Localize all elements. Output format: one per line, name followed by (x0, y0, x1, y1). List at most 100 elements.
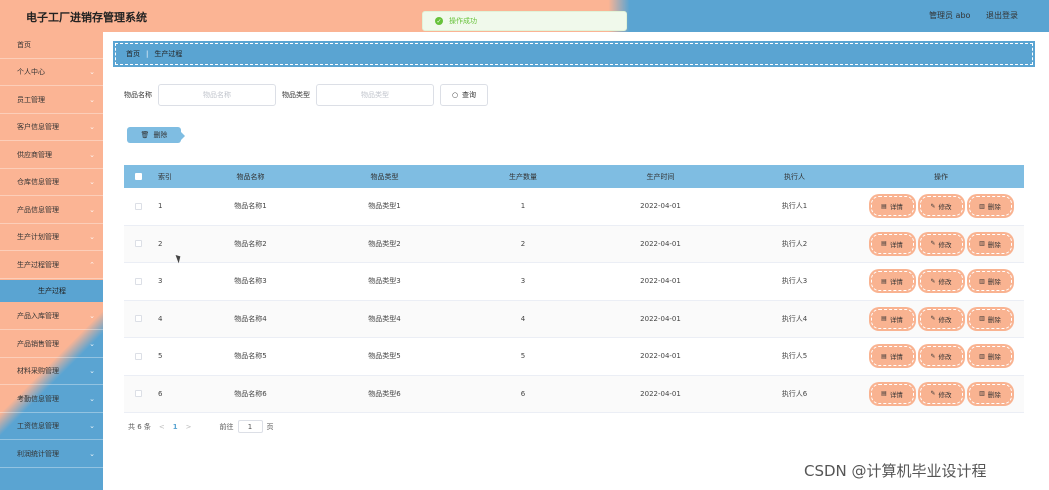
app-title: 电子工厂进销存管理系统 (26, 11, 147, 24)
cell-type: 物品类型1 (368, 202, 401, 211)
delete-button[interactable]: ▥ 删除 (968, 308, 1012, 329)
delete-button[interactable]: ▥ 删除 (968, 233, 1012, 254)
goto-page-input[interactable]: 1 (237, 420, 263, 433)
edit-button[interactable]: ✎ 修改 (919, 271, 963, 292)
sidebar-subitem-production[interactable]: 生产过程 (0, 280, 103, 302)
sidebar-item-production-process[interactable]: 生产过程管理 ⌃ (0, 252, 103, 279)
sidebar-item-profit[interactable]: 利润统计管理 ⌄ (0, 441, 103, 468)
cell-name: 物品名称6 (234, 389, 267, 398)
delete-button[interactable]: ▥ 删除 (968, 196, 1012, 217)
page-unit: 页 (266, 422, 274, 431)
type-input[interactable]: 物品类型 (316, 84, 434, 106)
col-header: 生产时间 (646, 172, 675, 181)
breadcrumb-home[interactable]: 首页 (126, 49, 140, 59)
sidebar-item-home[interactable]: 首页 (0, 32, 103, 59)
sidebar-item-sales[interactable]: 产品销售管理 ⌄ (0, 331, 103, 358)
cell-time: 2022-04-01 (640, 277, 681, 286)
pencil-icon: ✎ (930, 390, 936, 398)
detail-label: 详情 (889, 240, 903, 249)
select-all-checkbox[interactable] (134, 173, 142, 180)
pencil-icon: ✎ (930, 240, 936, 248)
edit-button[interactable]: ✎ 修改 (919, 233, 963, 254)
row-checkbox[interactable] (134, 352, 142, 360)
sidebar-item-label: 产品信息管理 (17, 206, 59, 214)
detail-label: 详情 (889, 353, 903, 362)
cell-index: 5 (158, 352, 163, 361)
sidebar-item-products[interactable]: 产品信息管理 ⌄ (0, 197, 103, 224)
sidebar-item-suppliers[interactable]: 供应商管理 ⌄ (0, 142, 103, 169)
delete-button[interactable]: ▥ 删除 (968, 346, 1012, 367)
row-checkbox[interactable] (134, 240, 142, 248)
detail-button[interactable]: ▤ 详情 (870, 346, 914, 367)
detail-button[interactable]: ▤ 详情 (870, 383, 914, 404)
chevron-down-icon: ⌄ (89, 151, 95, 159)
cell-type: 物品类型4 (368, 314, 401, 323)
edit-button[interactable]: ✎ 修改 (919, 346, 963, 367)
chevron-down-icon: ⌄ (89, 123, 95, 131)
table-row: 4 物品名称4 物品类型4 4 2022-04-01 执行人4 ▤ 详情 ✎ 修改 ▥ 删除 (124, 300, 1024, 338)
cell-executor: 执行人1 (781, 202, 808, 211)
sidebar-item-label: 生产过程管理 (17, 261, 59, 269)
sidebar-item-stock-in[interactable]: 产品入库管理 ⌄ (0, 303, 103, 330)
col-header: 物品类型 (370, 172, 399, 181)
chevron-down-icon: ⌄ (89, 68, 95, 76)
prev-page-icon[interactable]: < (159, 423, 165, 431)
logout-link[interactable]: 退出登录 (986, 10, 1018, 21)
row-checkbox[interactable] (134, 277, 142, 285)
table-row: 2 物品名称2 物品类型2 2 2022-04-01 执行人2 ▤ 详情 ✎ 修改 ▥ 删除 (124, 225, 1024, 263)
cell-quantity: 2 (520, 239, 526, 248)
sidebar-item-attendance[interactable]: 考勤信息管理 ⌄ (0, 386, 103, 413)
sidebar-item-purchase[interactable]: 材料采购管理 ⌄ (0, 358, 103, 385)
sidebar-item-production-plan[interactable]: 生产计划管理 ⌄ (0, 224, 103, 251)
sidebar-item-label: 供应商管理 (17, 151, 52, 159)
row-checkbox[interactable] (134, 315, 142, 323)
edit-button[interactable]: ✎ 修改 (919, 196, 963, 217)
edit-button[interactable]: ✎ 修改 (919, 383, 963, 404)
col-header: 执行人 (784, 172, 805, 181)
current-page[interactable]: 1 (173, 423, 178, 431)
cell-executor: 执行人6 (781, 389, 808, 398)
check-circle-icon: ✓ (435, 17, 443, 25)
detail-button[interactable]: ▤ 详情 (870, 271, 914, 292)
detail-button[interactable]: ▤ 详情 (870, 196, 914, 217)
detail-button[interactable]: ▤ 详情 (870, 233, 914, 254)
table-body: 1 物品名称1 物品类型1 1 2022-04-01 执行人1 ▤ 详情 ✎ 修改 ▥ 删除 2 物品名称… (124, 188, 1024, 413)
sidebar-item-staff[interactable]: 员工管理 ⌄ (0, 87, 103, 114)
pencil-icon: ✎ (930, 277, 936, 285)
document-icon: ▤ (881, 390, 887, 398)
delete-button[interactable]: ▥ 删除 (968, 271, 1012, 292)
delete-button[interactable]: ▥ 删除 (968, 383, 1012, 404)
chevron-down-icon: ⌄ (89, 233, 95, 241)
sidebar-item-customers[interactable]: 客户信息管理 ⌄ (0, 114, 103, 141)
detail-button[interactable]: ▤ 详情 (870, 308, 914, 329)
sidebar-item-profile[interactable]: 个人中心 ⌄ (0, 59, 103, 86)
edit-button[interactable]: ✎ 修改 (919, 308, 963, 329)
sidebar-item-label: 材料采购管理 (17, 367, 59, 375)
delete-label: 删除 (987, 315, 1001, 324)
col-header: 物品名称 (236, 172, 265, 181)
row-checkbox[interactable] (134, 202, 142, 210)
breadcrumb: 首页 | 生产过程 (113, 41, 1035, 67)
search-bar: 物品名称 物品名称 物品类型 物品类型 ○ 查询 (124, 84, 488, 106)
col-header: 生产数量 (509, 172, 537, 181)
delete-label: 删除 (987, 353, 1001, 362)
edit-label: 修改 (938, 278, 952, 287)
cell-time: 2022-04-01 (640, 202, 681, 211)
query-button[interactable]: ○ 查询 (440, 84, 488, 106)
total-count: 共 6 条 (128, 422, 151, 431)
sidebar-item-salary[interactable]: 工资信息管理 ⌄ (0, 413, 103, 440)
trash-icon: ▥ (979, 277, 985, 285)
cell-index: 2 (158, 239, 163, 248)
trash-icon: ▥ (979, 352, 985, 360)
name-input[interactable]: 物品名称 (158, 84, 276, 106)
row-checkbox[interactable] (134, 390, 142, 398)
next-page-icon[interactable]: > (186, 423, 192, 431)
sidebar-item-warehouse[interactable]: 仓库信息管理 ⌄ (0, 169, 103, 196)
document-icon: ▤ (881, 202, 887, 210)
pencil-icon: ✎ (930, 352, 936, 360)
col-header: 操作 (934, 172, 948, 181)
admin-name: 管理员 abo (929, 11, 971, 20)
chevron-up-icon: ⌃ (89, 261, 95, 269)
edit-label: 修改 (938, 353, 952, 362)
batch-delete-button[interactable]: 🗑 删除 (127, 127, 185, 143)
